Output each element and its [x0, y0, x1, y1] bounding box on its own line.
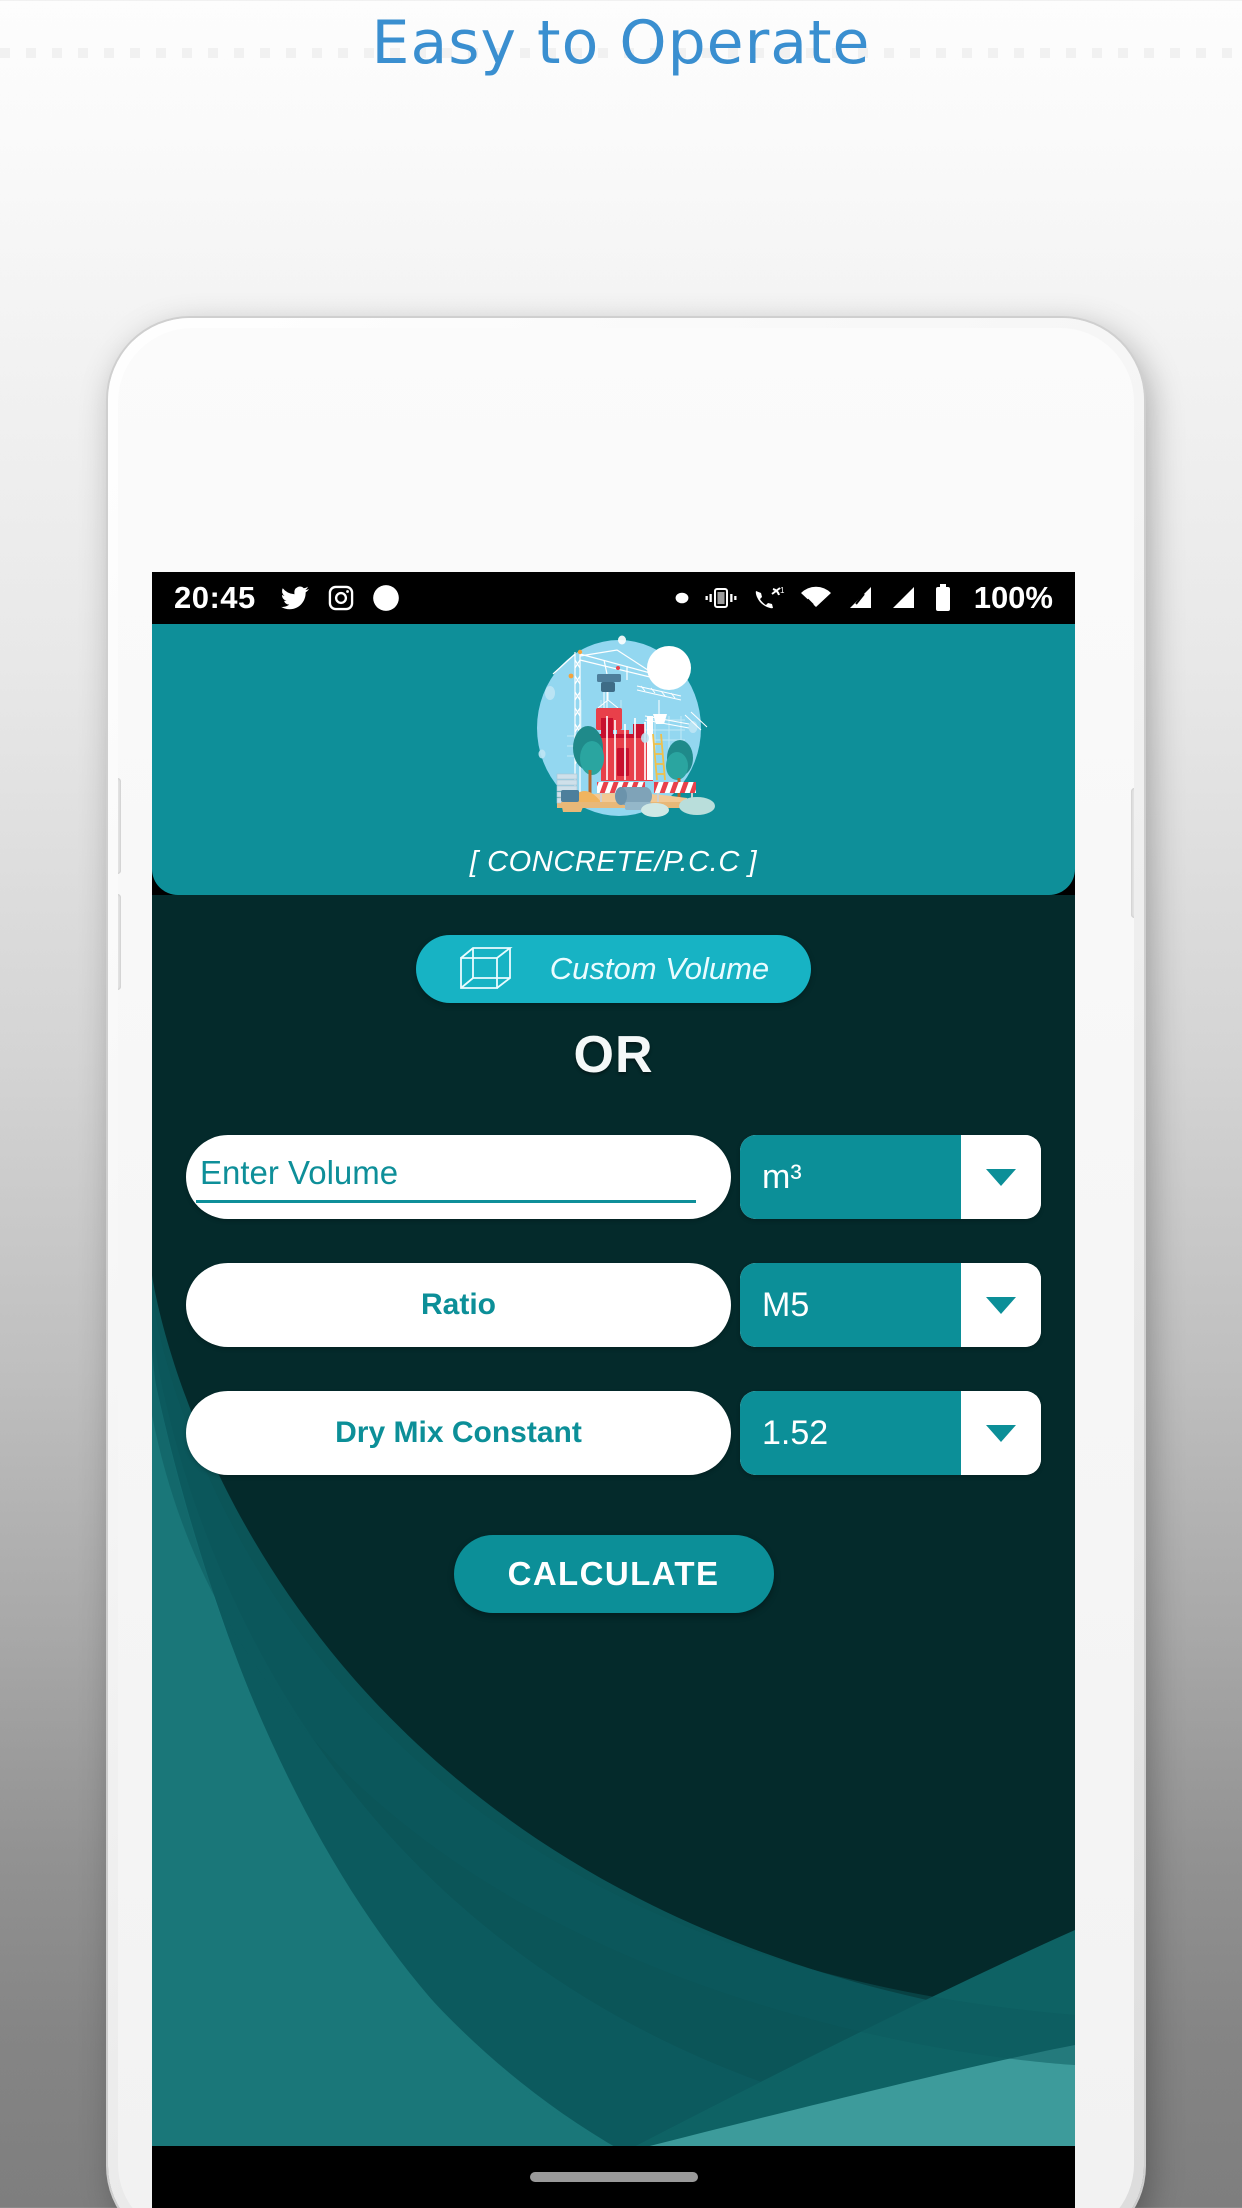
volume-input-container[interactable] — [186, 1135, 731, 1219]
status-notification-icons — [280, 583, 400, 613]
custom-volume-button[interactable]: Custom Volume — [415, 935, 812, 1003]
construction-site-illustration — [536, 635, 715, 817]
dry-mix-constant-dropdown-arrow[interactable] — [961, 1391, 1041, 1475]
ratio-value: M5 — [740, 1263, 961, 1347]
phone-screen: 20:45 1 100% [CONCRETE/P.C.C] Custom V… — [152, 572, 1075, 2208]
input-rows: m³ Ratio M5 — [152, 1135, 1075, 1475]
custom-volume-label: Custom Volume — [549, 951, 770, 986]
row-volume: m³ — [152, 1135, 1075, 1219]
volume-unit-dropdown[interactable]: m³ — [740, 1135, 1041, 1219]
row-dry-mix-constant: Dry Mix Constant 1.52 — [152, 1391, 1075, 1475]
app-main-body: Custom Volume OR m³ Rati — [152, 895, 1075, 2208]
home-gesture-pill[interactable] — [529, 2172, 698, 2182]
svg-text:1: 1 — [780, 586, 785, 595]
vibrate-icon — [705, 588, 737, 608]
ratio-dropdown[interactable]: M5 — [740, 1263, 1041, 1347]
ratio-label: Ratio — [421, 1288, 496, 1321]
twitter-icon — [280, 586, 309, 610]
ratio-dropdown-arrow[interactable] — [961, 1263, 1041, 1347]
battery-full-icon — [935, 584, 950, 611]
promo-headline: Easy to Operate — [371, 8, 871, 78]
chevron-down-icon — [986, 1424, 1016, 1442]
signal-sim2-icon — [892, 587, 914, 608]
volume-up-button[interactable] — [118, 778, 121, 874]
or-divider-label: OR — [573, 1026, 654, 1084]
volume-down-button[interactable] — [118, 894, 121, 990]
circle-notification-icon — [372, 585, 399, 611]
battery-percent: 100% — [973, 580, 1053, 615]
missed-call-icon: 1 — [755, 586, 785, 609]
volume-unit-value: m³ — [740, 1135, 961, 1219]
android-nav-bar — [152, 2146, 1075, 2208]
signal-sim1-icon — [849, 587, 871, 608]
instagram-icon — [328, 585, 354, 611]
status-time: 20:45 — [174, 580, 256, 615]
calculate-button[interactable]: CALCULATE — [453, 1535, 774, 1613]
header-caption: [ CONCRETE/P.C.C ] — [469, 846, 758, 878]
ratio-label-pill: Ratio — [186, 1263, 731, 1347]
row-ratio: Ratio M5 — [152, 1263, 1075, 1347]
calculate-section: CALCULATE — [152, 1535, 1075, 1613]
dot-icon — [675, 592, 689, 604]
status-system-icons: 1 100% — [675, 580, 1053, 616]
dry-mix-constant-label-pill: Dry Mix Constant — [186, 1391, 731, 1475]
dry-mix-constant-dropdown[interactable]: 1.52 — [740, 1391, 1041, 1475]
app-header-card: [ CONCRETE/P.C.C ] — [152, 624, 1075, 895]
chevron-down-icon — [986, 1168, 1016, 1186]
chevron-down-icon — [986, 1296, 1016, 1314]
custom-volume-section: Custom Volume — [152, 935, 1075, 1003]
status-bar: 20:45 1 100% — [152, 572, 1075, 624]
wifi-icon — [800, 586, 831, 607]
volume-input[interactable] — [196, 1151, 696, 1203]
dry-mix-constant-value: 1.52 — [740, 1391, 961, 1475]
power-button[interactable] — [1131, 788, 1134, 918]
dry-mix-constant-label: Dry Mix Constant — [335, 1416, 582, 1449]
volume-unit-dropdown-arrow[interactable] — [961, 1135, 1041, 1219]
cube-3d-icon — [459, 947, 513, 989]
